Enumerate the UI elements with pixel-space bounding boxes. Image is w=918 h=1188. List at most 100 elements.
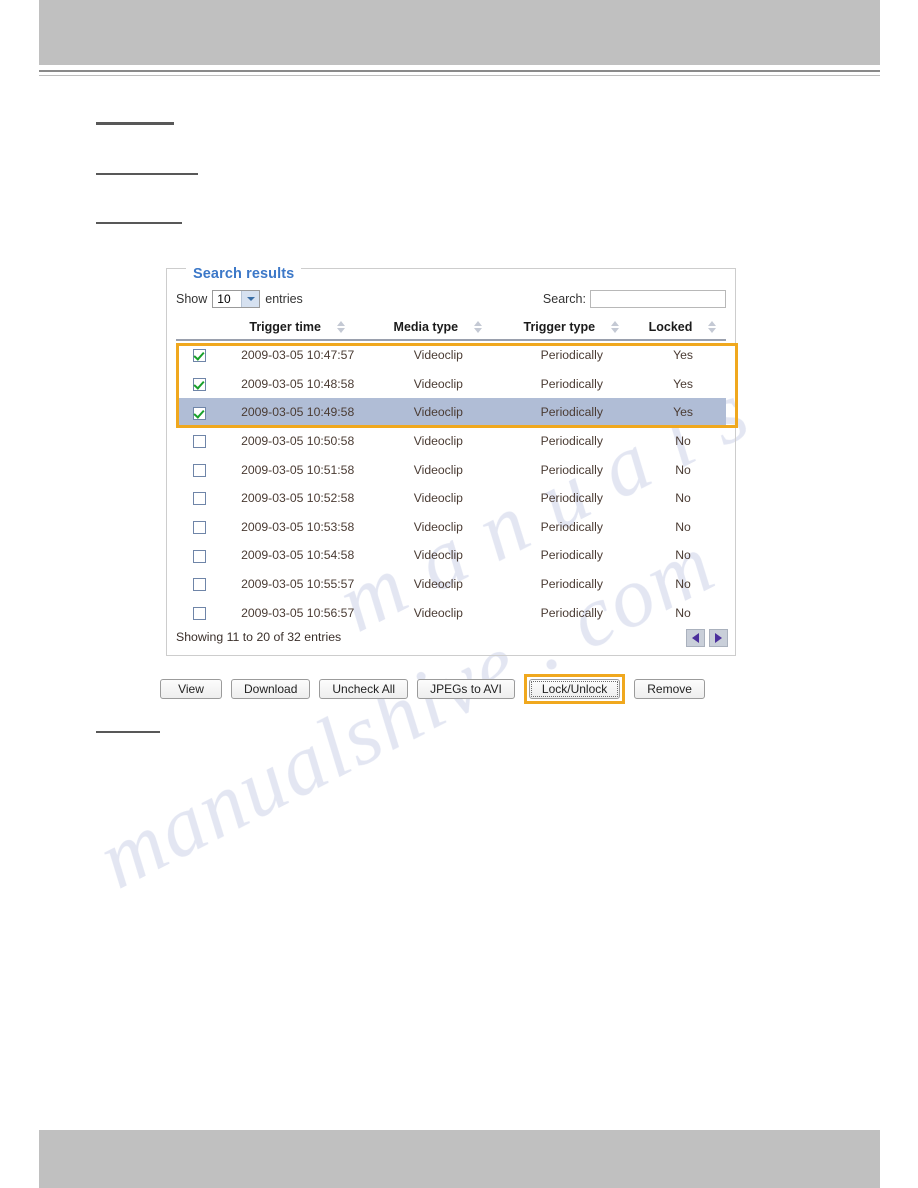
cell-locked: Yes (673, 376, 693, 391)
cell-locked: No (675, 462, 691, 477)
cell-media: Videoclip (413, 348, 463, 363)
page-footer-band (39, 1130, 880, 1188)
cell-time: 2009-03-05 10:47:57 (241, 348, 355, 363)
action-button-bar: View Download Uncheck All JPEGs to AVI L… (160, 674, 705, 704)
checkbox-checked-icon[interactable] (192, 349, 206, 363)
cell-time: 2009-03-05 10:48:58 (241, 376, 355, 391)
cell-locked: No (675, 519, 691, 534)
cell-media: Videoclip (413, 434, 463, 449)
table-row[interactable]: 2009-03-05 10:48:58 Videoclip Periodically… (176, 370, 726, 399)
sort-arrows-icon[interactable] (611, 320, 620, 334)
redaction-bar-3 (96, 222, 182, 224)
sort-arrows-icon[interactable] (708, 320, 717, 334)
checkbox-checked-icon[interactable] (192, 378, 206, 392)
cell-trigger: Periodically (540, 462, 603, 477)
cell-media: Videoclip (373, 398, 504, 427)
column-header-trigger-time[interactable]: Trigger time (222, 318, 374, 341)
cell-media: Videoclip (413, 519, 463, 534)
column-header-trigger-type[interactable]: Trigger type (503, 318, 641, 341)
cell-trigger: Periodically (540, 491, 603, 506)
search-results-legend: Search results (186, 266, 302, 282)
remove-button[interactable]: Remove (634, 679, 705, 699)
show-label: Show (176, 292, 208, 306)
row-checkbox-cell[interactable] (176, 541, 222, 570)
row-checkbox-cell[interactable] (176, 340, 222, 370)
row-checkbox-cell[interactable] (176, 398, 223, 427)
cell-locked: No (675, 605, 691, 620)
redaction-bar-2 (96, 173, 198, 175)
sort-arrows-icon[interactable] (336, 320, 346, 334)
cell-time: 2009-03-05 10:51:58 (241, 462, 355, 477)
table-row[interactable]: 2009-03-05 10:50:58 Videoclip Periodically… (176, 427, 726, 456)
cell-time: 2009-03-05 10:53:58 (241, 519, 355, 534)
row-checkbox-cell[interactable] (176, 455, 222, 484)
table-row[interactable]: 2009-03-05 10:49:58 Videoclip Periodically… (176, 398, 726, 427)
lock-unlock-button[interactable]: Lock/Unlock (528, 679, 621, 699)
checkbox-unchecked-icon[interactable] (192, 549, 206, 563)
checkbox-unchecked-icon[interactable] (192, 606, 206, 620)
cell-trigger: Periodically (503, 398, 641, 427)
table-row[interactable]: 2009-03-05 10:47:57 Videoclip Periodically… (176, 340, 726, 370)
entries-per-page-value: 10 (217, 292, 231, 306)
checkbox-unchecked-icon[interactable] (192, 463, 206, 477)
search-control: Search: (543, 290, 726, 308)
cell-trigger: Periodically (540, 434, 603, 449)
row-checkbox-cell[interactable] (176, 513, 222, 542)
column-label-locked: Locked (648, 320, 693, 334)
table-row[interactable]: 2009-03-05 10:56:57 Videoclip Periodically… (176, 598, 726, 627)
triangle-left-icon (692, 633, 699, 643)
table-row[interactable]: 2009-03-05 10:53:58 Videoclip Periodically… (176, 513, 726, 542)
cell-media: Videoclip (413, 491, 463, 506)
checkbox-unchecked-icon[interactable] (192, 435, 206, 449)
jpegs-to-avi-button[interactable]: JPEGs to AVI (417, 679, 515, 699)
header-divider-thick (39, 70, 880, 72)
row-checkbox-cell[interactable] (176, 570, 222, 599)
sort-arrows-icon[interactable] (474, 320, 483, 334)
pagination-next-button[interactable] (709, 629, 728, 647)
checkbox-unchecked-icon[interactable] (192, 492, 206, 506)
column-header-locked[interactable]: Locked (640, 318, 726, 341)
entries-per-page-select[interactable]: 10 (212, 290, 261, 308)
search-label: Search: (542, 292, 586, 306)
uncheck-all-button[interactable]: Uncheck All (319, 679, 409, 699)
checkbox-unchecked-icon[interactable] (192, 578, 206, 592)
cell-trigger: Periodically (540, 577, 603, 592)
pagination-previous-button[interactable] (686, 629, 705, 647)
cell-time: 2009-03-05 10:49:58 (222, 398, 374, 427)
row-checkbox-cell[interactable] (176, 427, 222, 456)
lock-unlock-highlight-frame: Lock/Unlock (523, 674, 626, 704)
table-controls: Show 10 entries Search: (176, 288, 726, 312)
cell-time: 2009-03-05 10:56:57 (241, 605, 355, 620)
column-header-checkbox (176, 318, 223, 341)
table-row[interactable]: 2009-03-05 10:52:58 Videoclip Periodically… (176, 484, 726, 513)
table-head: Trigger time Media type Trigger type Loc… (176, 318, 726, 341)
cell-locked: No (675, 491, 691, 506)
cell-trigger: Periodically (540, 348, 603, 363)
download-button[interactable]: Download (231, 679, 311, 699)
table-row[interactable]: 2009-03-05 10:54:58 Videoclip Periodically… (176, 541, 726, 570)
row-checkbox-cell[interactable] (176, 484, 222, 513)
table-entries-info: Showing 11 to 20 of 32 entries (176, 630, 342, 644)
cell-time: 2009-03-05 10:54:58 (241, 548, 355, 563)
show-entries-control: Show 10 entries (176, 290, 303, 308)
cell-locked: Yes (673, 348, 693, 363)
row-checkbox-cell[interactable] (176, 370, 222, 399)
cell-media: Videoclip (413, 462, 463, 477)
checkbox-checked-icon[interactable] (192, 406, 206, 420)
chevron-down-icon[interactable] (241, 291, 260, 307)
cell-locked: Yes (640, 398, 726, 427)
redaction-bar-4 (96, 731, 160, 733)
column-header-media-type[interactable]: Media type (373, 318, 504, 341)
table-row[interactable]: 2009-03-05 10:55:57 Videoclip Periodically… (176, 570, 726, 599)
table-body: 2009-03-05 10:47:57 Videoclip Periodically… (176, 340, 726, 627)
column-label-trigger-time: Trigger time (249, 320, 321, 334)
cell-media: Videoclip (413, 376, 463, 391)
row-checkbox-cell[interactable] (176, 598, 222, 627)
table-row[interactable]: 2009-03-05 10:51:58 Videoclip Periodically… (176, 455, 726, 484)
search-input[interactable] (590, 290, 726, 308)
header-divider-thin (39, 75, 880, 76)
view-button[interactable]: View (160, 679, 222, 699)
checkbox-unchecked-icon[interactable] (192, 521, 206, 534)
page-header-band (39, 0, 880, 65)
recordings-table: Trigger time Media type Trigger type Loc… (176, 318, 726, 627)
